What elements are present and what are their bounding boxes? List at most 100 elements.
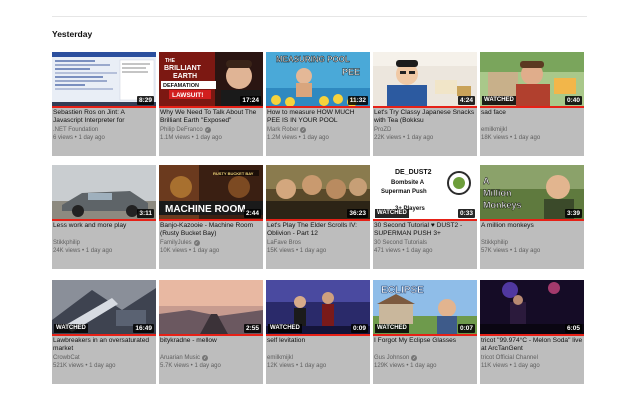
video-thumbnail[interactable]: A Million Monkeys 3:39 bbox=[480, 165, 584, 221]
video-thumbnail[interactable]: WATCHED 0:40 bbox=[480, 52, 584, 108]
top-divider bbox=[52, 16, 587, 17]
video-card[interactable]: WATCHED 16:49 Lawbreakers in an oversatu… bbox=[52, 280, 156, 384]
video-row: 8:29 Sebastien Ros on Jint: A Javascript… bbox=[52, 52, 584, 156]
video-card[interactable]: 8:29 Sebastien Ros on Jint: A Javascript… bbox=[52, 52, 156, 156]
video-title[interactable]: Let's Play The Elder Scrolls IV: Oblivio… bbox=[267, 222, 369, 238]
video-thumbnail[interactable]: MEASURING POOL PEE 11:32 bbox=[266, 52, 370, 108]
video-title[interactable]: Less work and more play bbox=[53, 222, 155, 238]
thumb-text: RUSTY BUCKET BAY bbox=[213, 171, 254, 176]
video-thumbnail[interactable]: 2:55 bbox=[159, 280, 263, 336]
video-card[interactable]: MEASURING POOL PEE 11:32 How to measure … bbox=[266, 52, 370, 156]
watched-badge: WATCHED bbox=[482, 96, 516, 105]
verified-check-icon: ✓ bbox=[204, 127, 211, 133]
channel-name[interactable]: Philip DeFranco ✓ bbox=[160, 126, 262, 134]
video-row: 3:11 Less work and more play Stikkphilip… bbox=[52, 165, 584, 269]
video-stats: 10K views • 1 day ago bbox=[160, 248, 220, 254]
channel-name[interactable]: Aruarian Music ✓ bbox=[160, 354, 262, 362]
video-card[interactable]: WATCHED 0:40 sad face emilkmijkl 18K vie… bbox=[480, 52, 584, 156]
video-thumbnail[interactable]: RUSTY BUCKET BAY MACHINE ROOM 2:44 bbox=[159, 165, 263, 221]
video-stats: 5.7K views • 1 day ago bbox=[160, 363, 221, 369]
video-card[interactable]: THE BRILLIANT EARTH DEFAMATION LAWSUIT! … bbox=[159, 52, 263, 156]
channel-name[interactable]: Mark Rober ✓ bbox=[267, 126, 369, 134]
video-title[interactable]: A million monkeys bbox=[481, 222, 583, 238]
thumb-text: DEFAMATION bbox=[163, 83, 199, 89]
video-card[interactable]: WATCHED 0:09 self levitation emilkmijkl … bbox=[266, 280, 370, 384]
channel-name[interactable]: Stikkphilip bbox=[53, 239, 155, 247]
watch-progress-bar bbox=[373, 106, 477, 108]
video-card[interactable]: RUSTY BUCKET BAY MACHINE ROOM 2:44 Banjo… bbox=[159, 165, 263, 269]
video-stats: 129K views • 1 day ago bbox=[374, 363, 437, 369]
watch-progress-bar bbox=[159, 334, 263, 336]
video-duration: 0:40 bbox=[564, 96, 582, 105]
video-thumbnail[interactable]: 6:05 bbox=[480, 280, 584, 336]
thumb-text: LAWSUIT! bbox=[172, 92, 203, 99]
video-card[interactable]: A Million Monkeys 3:39 A million monkeys… bbox=[480, 165, 584, 269]
video-title[interactable]: Banjo-Kazooie - Machine Room (Rusty Buck… bbox=[160, 222, 262, 238]
watch-progress-bar bbox=[266, 334, 370, 336]
video-title[interactable]: Why We Need To Talk About The Brilliant … bbox=[160, 109, 262, 125]
video-stats: 521K views • 1 day ago bbox=[53, 363, 116, 369]
video-stats: 57K views • 1 day ago bbox=[481, 248, 541, 254]
watch-progress-bar bbox=[159, 219, 263, 221]
video-thumbnail[interactable]: WATCHED 0:09 bbox=[266, 280, 370, 336]
video-thumbnail[interactable]: 36:23 bbox=[266, 165, 370, 221]
video-title[interactable]: self levitation bbox=[267, 337, 369, 353]
video-card[interactable]: 36:23 Let's Play The Elder Scrolls IV: O… bbox=[266, 165, 370, 269]
video-title[interactable]: Sebastien Ros on Jint: A Javascript Inte… bbox=[53, 109, 155, 125]
thumb-text: Superman Push bbox=[381, 189, 427, 195]
channel-name[interactable]: ProZD bbox=[374, 126, 476, 134]
video-thumbnail[interactable]: THE BRILLIANT EARTH DEFAMATION LAWSUIT! … bbox=[159, 52, 263, 108]
video-thumbnail[interactable]: DE_DUST2 Bombsite A Superman Push 3+ Pla… bbox=[373, 165, 477, 221]
channel-name[interactable]: Gus Johnson ✓ bbox=[374, 354, 476, 362]
video-title[interactable]: Let's Try Classy Japanese Snacks with Te… bbox=[374, 109, 476, 125]
video-card[interactable]: 2:55 bitykradne - mellow Aruarian Music ✓… bbox=[159, 280, 263, 384]
video-title[interactable]: 30 Second Tutorial ♥ DUST2 - SUPERMAN PU… bbox=[374, 222, 476, 238]
thumb-text: Bombsite A bbox=[391, 180, 425, 186]
video-card[interactable]: DE_DUST2 Bombsite A Superman Push 3+ Pla… bbox=[373, 165, 477, 269]
video-stats: 471 views • 1 day ago bbox=[374, 248, 433, 254]
video-card[interactable]: 4:24 Let's Try Classy Japanese Snacks wi… bbox=[373, 52, 477, 156]
video-title[interactable]: tricot "99.974°C - Melon Soda" live at A… bbox=[481, 337, 583, 353]
video-duration: 4:24 bbox=[457, 96, 475, 105]
video-card[interactable]: 3:11 Less work and more play Stikkphilip… bbox=[52, 165, 156, 269]
video-duration: 0:09 bbox=[350, 324, 368, 333]
video-thumbnail[interactable]: 4:24 bbox=[373, 52, 477, 108]
watch-progress-bar bbox=[159, 106, 263, 108]
verified-check-icon: ✓ bbox=[300, 127, 307, 133]
video-title[interactable]: How to measure HOW MUCH PEE IS IN YOUR P… bbox=[267, 109, 369, 125]
video-title[interactable]: bitykradne - mellow bbox=[160, 337, 262, 353]
thumb-text: BRILLIANT bbox=[164, 65, 202, 72]
watched-badge: WATCHED bbox=[54, 324, 88, 333]
video-duration: 0:33 bbox=[457, 209, 475, 218]
video-thumbnail[interactable]: 3:11 bbox=[52, 165, 156, 221]
video-card[interactable]: ECLIPSE WATCHED 0:07 I Forgot My Eclipse… bbox=[373, 280, 477, 384]
watch-progress-bar bbox=[52, 334, 156, 336]
video-stats: 24K views • 1 day ago bbox=[53, 248, 113, 254]
channel-name[interactable]: emilkmijkl bbox=[481, 126, 583, 134]
video-thumbnail[interactable]: 8:29 bbox=[52, 52, 156, 108]
video-duration: 11:32 bbox=[347, 96, 368, 105]
watched-badge: WATCHED bbox=[375, 209, 409, 218]
thumb-text: Monkeys bbox=[483, 200, 522, 210]
video-title[interactable]: I Forgot My Eclipse Glasses bbox=[374, 337, 476, 353]
channel-name[interactable]: emilkmijkl bbox=[267, 354, 369, 362]
channel-name[interactable]: FamilyJules ✓ bbox=[160, 239, 262, 247]
video-title[interactable]: Lawbreakers in an oversaturated market bbox=[53, 337, 155, 353]
video-thumbnail[interactable]: WATCHED 16:49 bbox=[52, 280, 156, 336]
thumb-text: EARTH bbox=[173, 73, 197, 80]
channel-name[interactable]: CrowbCat bbox=[53, 354, 155, 362]
channel-name[interactable]: tricot Official Channel bbox=[481, 354, 583, 362]
video-duration: 16:49 bbox=[133, 324, 154, 333]
channel-name[interactable]: .NET Foundation bbox=[53, 126, 155, 134]
video-stats: 6 views • 1 day ago bbox=[53, 135, 105, 141]
video-duration: 2:44 bbox=[243, 209, 261, 218]
watch-progress-bar bbox=[52, 106, 156, 108]
channel-name[interactable]: 30 Second Tutorials bbox=[374, 239, 476, 247]
watched-badge: WATCHED bbox=[375, 324, 409, 333]
video-duration: 3:11 bbox=[137, 209, 154, 218]
channel-name[interactable]: Stikkphilip bbox=[481, 239, 583, 247]
video-card[interactable]: 6:05 tricot "99.974°C - Melon Soda" live… bbox=[480, 280, 584, 384]
video-title[interactable]: sad face bbox=[481, 109, 583, 125]
channel-name[interactable]: LaFave Bros bbox=[267, 239, 369, 247]
video-thumbnail[interactable]: ECLIPSE WATCHED 0:07 bbox=[373, 280, 477, 336]
